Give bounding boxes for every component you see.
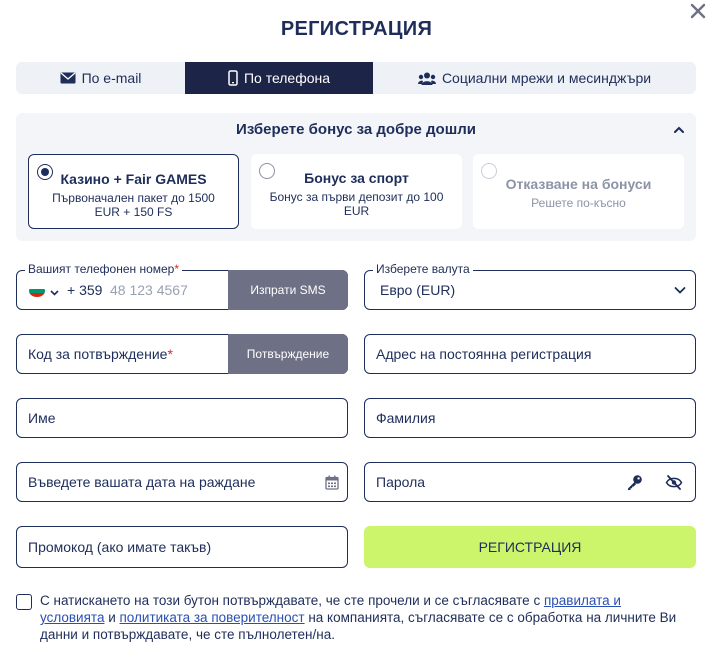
close-icon[interactable]: [687, 0, 709, 22]
bonus-card-casino[interactable]: Казино + Fair GAMES Първоначален пакет д…: [28, 154, 239, 229]
users-icon: [417, 72, 436, 85]
chevron-down-icon[interactable]: [673, 283, 687, 302]
bonus-card-subtitle: Бонус за първи депозит до 100 EUR: [269, 190, 444, 218]
tab-social-label: Социални мрежи и месинджъри: [441, 70, 652, 86]
phone-country-code: + 359: [67, 282, 103, 298]
consent-checkbox[interactable]: [16, 594, 32, 610]
promo-code-placeholder: Промокод (ако имате такъв): [28, 539, 212, 555]
phone-label: Вашият телефонен номер*: [25, 262, 183, 276]
radio-button[interactable]: [259, 163, 275, 179]
phone-icon: [228, 70, 238, 86]
envelope-icon: [60, 72, 76, 84]
registration-tabs: По e-mail По телефона Социални мрежи и м…: [16, 62, 696, 94]
send-sms-button[interactable]: Изпрати SMS: [228, 270, 348, 310]
tab-social[interactable]: Социални мрежи и месинджъри: [373, 62, 696, 94]
last-name-field[interactable]: Фамилия: [364, 398, 696, 438]
address-field[interactable]: Адрес на постоянна регистрация: [364, 334, 696, 374]
bonus-card-subtitle: Решете по-късно: [531, 196, 626, 210]
bonus-card-sport[interactable]: Бонус за спорт Бонус за първи депозит до…: [251, 154, 462, 229]
bonus-card-subtitle: Първоначален пакет до 1500 EUR + 150 FS: [52, 191, 215, 219]
radio-button[interactable]: [37, 164, 53, 180]
bonus-card-title: Казино + Fair GAMES: [60, 171, 207, 187]
calendar-icon[interactable]: [325, 475, 339, 495]
birthdate-placeholder: Въведете вашата дата на раждане: [28, 474, 256, 490]
bonus-selector: Изберете бонус за добре дошли Казино + F…: [16, 113, 696, 241]
first-name-placeholder: Име: [28, 410, 56, 426]
currency-label: Изберете валута: [373, 262, 473, 276]
birthdate-field[interactable]: Въведете вашата дата на раждане: [16, 462, 348, 502]
chevron-up-icon[interactable]: [672, 123, 686, 137]
bonus-card-decline[interactable]: Отказване на бонуси Решете по-късно: [473, 154, 684, 229]
bonus-card-title: Отказване на бонуси: [505, 176, 652, 192]
page-title: РЕГИСТРАЦИЯ: [280, 18, 433, 40]
password-placeholder: Парола: [376, 474, 426, 490]
tab-email-label: По e-mail: [81, 70, 142, 86]
confirm-button[interactable]: Потвърждение: [228, 334, 348, 374]
radio-button[interactable]: [481, 163, 497, 179]
confirmation-code-placeholder: Код за потвърждение*: [28, 346, 173, 362]
privacy-policy-link[interactable]: политиката за поверителност: [120, 610, 305, 625]
register-button[interactable]: РЕГИСТРАЦИЯ: [364, 526, 696, 568]
password-field[interactable]: Парола: [364, 462, 696, 502]
first-name-field[interactable]: Име: [16, 398, 348, 438]
consent-text: С натискането на този бутон потвърждават…: [40, 593, 677, 642]
currency-select[interactable]: Изберете валута Евро (EUR): [364, 262, 696, 310]
eye-slash-icon[interactable]: [665, 475, 683, 495]
phone-field[interactable]: Вашият телефонен номер* + 359 48 123 456…: [16, 262, 348, 310]
currency-value: Евро (EUR): [380, 282, 456, 298]
confirmation-code-field[interactable]: Код за потвърждение* Потвърждение: [16, 334, 348, 374]
promo-code-field[interactable]: Промокод (ако имате такъв): [16, 526, 348, 568]
bonus-heading: Изберете бонус за добре дошли: [236, 121, 476, 138]
tab-email[interactable]: По e-mail: [16, 62, 185, 94]
tab-phone-label: По телефона: [243, 70, 331, 86]
key-icon[interactable]: [626, 474, 643, 496]
tab-phone[interactable]: По телефона: [185, 62, 373, 94]
last-name-placeholder: Фамилия: [376, 410, 436, 426]
bulgaria-flag-icon[interactable]: [29, 285, 45, 297]
chevron-down-icon[interactable]: [49, 285, 60, 303]
bonus-card-title: Бонус за спорт: [304, 170, 409, 186]
address-placeholder: Адрес на постоянна регистрация: [376, 346, 592, 362]
phone-input[interactable]: 48 123 4567: [110, 282, 188, 298]
